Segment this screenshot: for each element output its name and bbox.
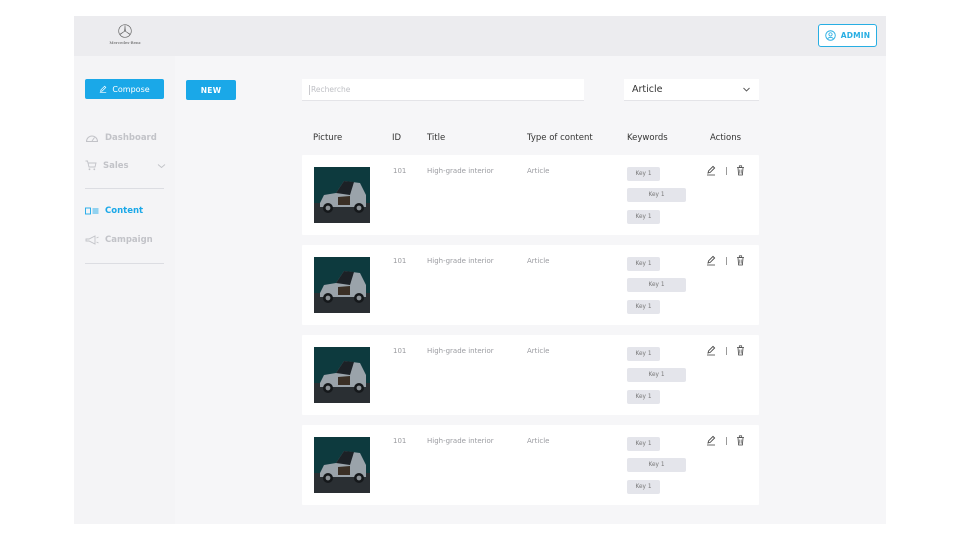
column-header-actions: Actions (710, 133, 742, 143)
car-thumbnail (314, 257, 370, 313)
row-type: Article (527, 437, 550, 445)
chevron-down-icon (743, 87, 750, 92)
text-cursor (309, 85, 310, 95)
trash-icon[interactable] (736, 255, 745, 266)
sidebar-divider (85, 188, 164, 189)
keyword-tag[interactable]: Key 1 (627, 480, 660, 494)
row-id: 101 (393, 347, 407, 355)
mercedes-star-icon (118, 24, 132, 38)
column-header-picture: Picture (313, 133, 343, 143)
table-row[interactable]: 101 High-grade interior Article Key 1 Ke… (302, 245, 759, 325)
row-id: 101 (393, 257, 407, 265)
action-separator (726, 257, 727, 265)
column-header-keywords: Keywords (627, 133, 668, 143)
trash-icon[interactable] (736, 345, 745, 356)
keyword-tag[interactable]: Key 1 (627, 437, 660, 451)
keyword-tag[interactable]: Key 1 (627, 300, 660, 314)
row-title: High-grade interior (427, 167, 494, 175)
car-thumbnail (314, 437, 370, 493)
column-header-type: Type of content (527, 133, 593, 143)
action-separator (726, 167, 727, 175)
dashboard-icon (85, 135, 99, 142)
action-separator (726, 347, 727, 355)
content-type-select[interactable]: Article (624, 79, 759, 101)
user-icon (824, 30, 836, 41)
pencil-icon (100, 85, 107, 93)
top-bar: Mercedes-Benz ADMIN (74, 16, 886, 56)
column-header-id: ID (392, 133, 402, 143)
brand-logo[interactable]: Mercedes-Benz (100, 24, 150, 45)
row-title: High-grade interior (427, 437, 494, 445)
compose-button[interactable]: Compose (85, 79, 164, 99)
keyword-tag[interactable]: Key 1 (627, 368, 686, 382)
row-id: 101 (393, 437, 407, 445)
search-input[interactable] (302, 79, 584, 101)
sidebar-item-content[interactable]: Content (85, 206, 143, 216)
row-id: 101 (393, 167, 407, 175)
car-thumbnail (314, 167, 370, 223)
keyword-tag[interactable]: Key 1 (627, 210, 660, 224)
keyword-tag[interactable]: Key 1 (627, 257, 660, 271)
megaphone-icon (85, 235, 99, 245)
trash-icon[interactable] (736, 435, 745, 446)
sidebar-item-dashboard[interactable]: Dashboard (85, 133, 157, 143)
keyword-tag[interactable]: Key 1 (627, 347, 660, 361)
sidebar-item-label: Content (105, 206, 144, 216)
row-title: High-grade interior (427, 347, 494, 355)
main-content: NEW Article Picture ID Title Type of con… (175, 56, 886, 524)
edit-icon[interactable] (706, 255, 716, 266)
app-window: Mercedes-Benz ADMIN Compose Dashboard Sa… (74, 16, 886, 524)
edit-icon[interactable] (706, 165, 716, 176)
table-row[interactable]: 101 High-grade interior Article Key 1 Ke… (302, 155, 759, 235)
column-header-title: Title (427, 133, 446, 143)
sidebar: Compose Dashboard Sales Content Campaign (74, 56, 175, 524)
content-icon (85, 207, 99, 214)
car-thumbnail (314, 347, 370, 403)
keyword-tag[interactable]: Key 1 (627, 278, 686, 292)
row-title: High-grade interior (427, 257, 494, 265)
row-type: Article (527, 167, 550, 175)
keyword-tag[interactable]: Key 1 (627, 458, 686, 472)
action-separator (726, 437, 727, 445)
new-button[interactable]: NEW (186, 80, 236, 100)
table-row[interactable]: 101 High-grade interior Article Key 1 Ke… (302, 425, 759, 505)
cart-icon (85, 160, 97, 171)
keyword-tag[interactable]: Key 1 (627, 390, 660, 404)
edit-icon[interactable] (706, 435, 716, 446)
keyword-tag[interactable]: Key 1 (627, 167, 660, 181)
sidebar-item-label: Campaign (105, 235, 153, 245)
row-type: Article (527, 257, 550, 265)
select-value: Article (632, 84, 663, 95)
edit-icon[interactable] (706, 345, 716, 356)
sidebar-item-sales[interactable]: Sales (85, 160, 166, 171)
compose-label: Compose (112, 84, 150, 94)
admin-label: ADMIN (840, 31, 871, 40)
sidebar-item-label: Dashboard (105, 133, 157, 143)
table-row[interactable]: 101 High-grade interior Article Key 1 Ke… (302, 335, 759, 415)
chevron-down-icon (157, 163, 165, 168)
brand-name: Mercedes-Benz (109, 40, 141, 45)
sidebar-item-campaign[interactable]: Campaign (85, 235, 153, 245)
admin-button[interactable]: ADMIN (818, 24, 877, 47)
row-type: Article (527, 347, 550, 355)
sidebar-item-label: Sales (103, 160, 129, 171)
trash-icon[interactable] (736, 165, 745, 176)
keyword-tag[interactable]: Key 1 (627, 188, 686, 202)
sidebar-divider (85, 263, 164, 264)
